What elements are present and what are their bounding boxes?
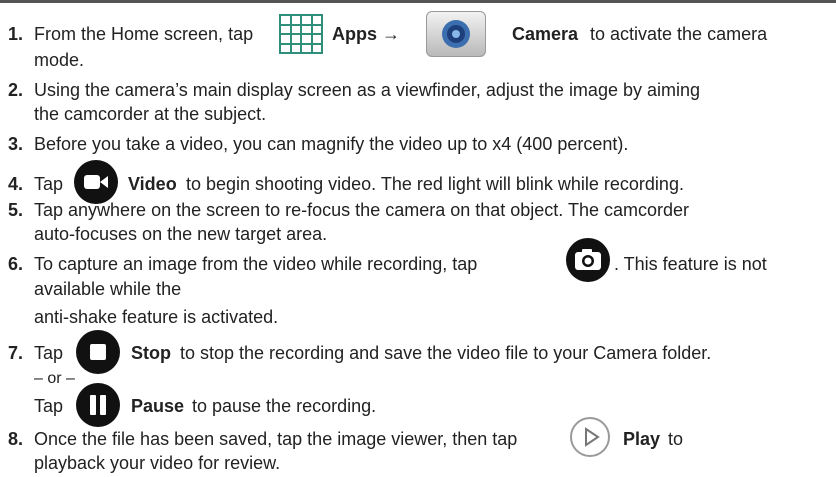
- step-7-text-d: to pause the recording.: [192, 396, 377, 416]
- stop-icon: [76, 330, 120, 374]
- stop-label: Stop: [131, 343, 171, 363]
- step-8-text-c: playback your video for review.: [34, 453, 281, 473]
- step-2-text-b: the camcorder at the subject.: [34, 104, 267, 124]
- step-4-text-b: to begin shooting video. The red light w…: [186, 174, 684, 194]
- step-6-text-d: anti-shake feature is activated.: [34, 307, 279, 327]
- video-record-icon: [74, 160, 118, 204]
- step-5-text-b: auto-focuses on the new target area.: [34, 224, 328, 244]
- or-separator: – or –: [34, 370, 75, 387]
- camera-capture-icon: [566, 238, 610, 282]
- step-6-text-c: available while the: [34, 279, 182, 299]
- step-6-text-b: . This feature is not: [614, 254, 767, 274]
- step-8-text-b: to: [668, 429, 684, 449]
- video-label: Video: [128, 174, 177, 194]
- camera-app-icon: [426, 11, 486, 57]
- apps-label: Apps →: [332, 24, 401, 44]
- apps-grid-icon: [279, 14, 323, 54]
- pause-icon: [76, 383, 120, 427]
- step-7-text-b: to stop the recording and save the video…: [180, 343, 712, 363]
- play-icon: [568, 415, 612, 459]
- step-1-text-b: to activate the camera: [590, 24, 768, 44]
- step-1-text-c: mode.: [34, 50, 85, 70]
- step-7-text-c: Tap: [34, 396, 64, 416]
- play-label: Play: [623, 429, 661, 449]
- pause-label: Pause: [131, 396, 185, 416]
- top-rule: [0, 0, 836, 3]
- camera-label: Camera: [512, 24, 579, 44]
